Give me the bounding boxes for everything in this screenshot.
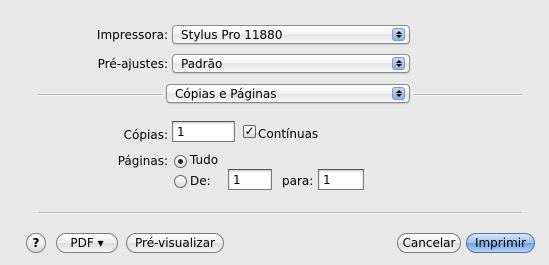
bottom-separator [38, 212, 522, 214]
pages-to-label: para: [282, 174, 314, 188]
popup-arrows-icon [392, 87, 405, 100]
separator-right [414, 94, 522, 96]
pages-from-value: 1 [233, 173, 241, 187]
printer-label: Impressora: [96, 28, 168, 42]
cancel-button[interactable]: Cancelar [397, 233, 461, 253]
pages-to-field[interactable]: 1 [318, 169, 364, 190]
collated-checkbox[interactable]: ✓ [243, 125, 256, 138]
copies-value: 1 [177, 125, 185, 139]
pages-from-field[interactable]: 1 [228, 169, 272, 190]
presets-popup[interactable]: Padrão [172, 54, 410, 73]
pages-range-radio[interactable] [174, 175, 187, 188]
pages-to-value: 1 [323, 173, 331, 187]
pdf-button[interactable]: PDF ▾ [56, 233, 118, 253]
section-popup[interactable]: Cópias e Páginas [166, 84, 410, 103]
pages-from-label: De: [190, 174, 211, 188]
copies-label: Cópias: [123, 128, 168, 142]
section-value: Cópias e Páginas [175, 87, 277, 101]
presets-value: Padrão [181, 57, 223, 71]
popup-arrows-icon [392, 57, 405, 70]
popup-arrows-icon [392, 28, 405, 41]
separator-left [38, 94, 162, 96]
presets-label: Pré-ajustes: [97, 57, 168, 71]
collated-label: Contínuas [258, 127, 319, 141]
pages-all-label: Tudo [190, 153, 219, 167]
help-button[interactable]: ? [26, 233, 46, 253]
printer-value: Stylus Pro 11880 [181, 28, 283, 42]
copies-field[interactable]: 1 [172, 121, 235, 142]
printer-popup[interactable]: Stylus Pro 11880 [172, 25, 410, 44]
print-button[interactable]: Imprimir [466, 233, 535, 253]
preview-button[interactable]: Pré-visualizar [126, 233, 224, 253]
pages-all-radio[interactable] [174, 155, 187, 168]
pages-label: Páginas: [117, 154, 168, 168]
